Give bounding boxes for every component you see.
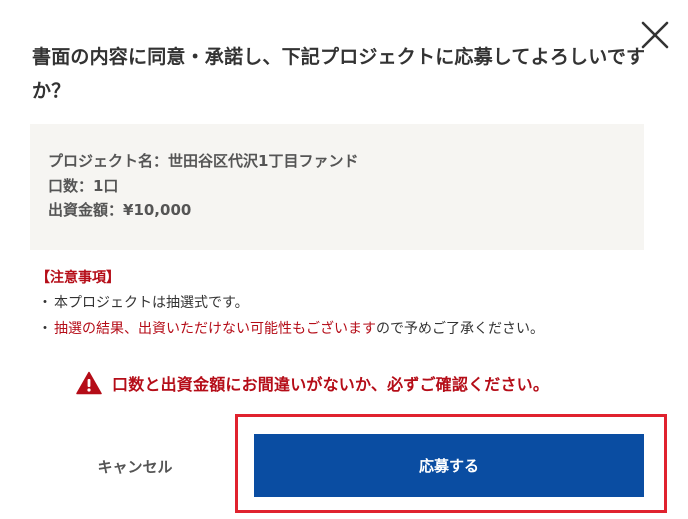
- notes-section: 【注意事項】 ・ 本プロジェクトは抽選式です。 ・ 抽選の結果、出資いただけない…: [36, 268, 656, 342]
- apply-button[interactable]: 応募する: [254, 434, 644, 497]
- note-text: 本プロジェクトは抽選式です。: [54, 295, 249, 311]
- warning-triangle-icon: [76, 371, 102, 395]
- dialog-title: 書面の内容に同意・承諾し、下記プロジェクトに応募してよろしいですか？: [32, 46, 646, 102]
- note-bullet: ・: [38, 321, 52, 337]
- note-item: ・ 本プロジェクトは抽選式です。: [36, 290, 656, 316]
- warning-text: 口数と出資金額にお間違いがないか、必ずご確認ください。: [112, 375, 550, 394]
- project-name-line: プロジェクト名：世田谷区代沢1丁目ファンド: [48, 152, 359, 170]
- cancel-button[interactable]: キャンセル: [60, 446, 210, 486]
- confirmation-warning: 口数と出資金額にお間違いがないか、必ずご確認ください。: [76, 370, 549, 396]
- amount-line: 出資金額：¥10,000: [48, 201, 192, 219]
- note-text: ので予めご了承ください。: [376, 321, 544, 337]
- notes-title: 【注意事項】: [36, 270, 120, 286]
- units-line: 口数：1口: [48, 176, 119, 195]
- note-bullet: ・: [38, 295, 52, 311]
- note-text-emphasis: 抽選の結果、出資いただけない可能性もございます: [54, 321, 376, 337]
- note-item: ・ 抽選の結果、出資いただけない可能性もございますので予めご了承ください。: [36, 316, 656, 342]
- application-summary: プロジェクト名：世田谷区代沢1丁目ファンド 口数：1口 出資金額：¥10,000: [30, 124, 644, 250]
